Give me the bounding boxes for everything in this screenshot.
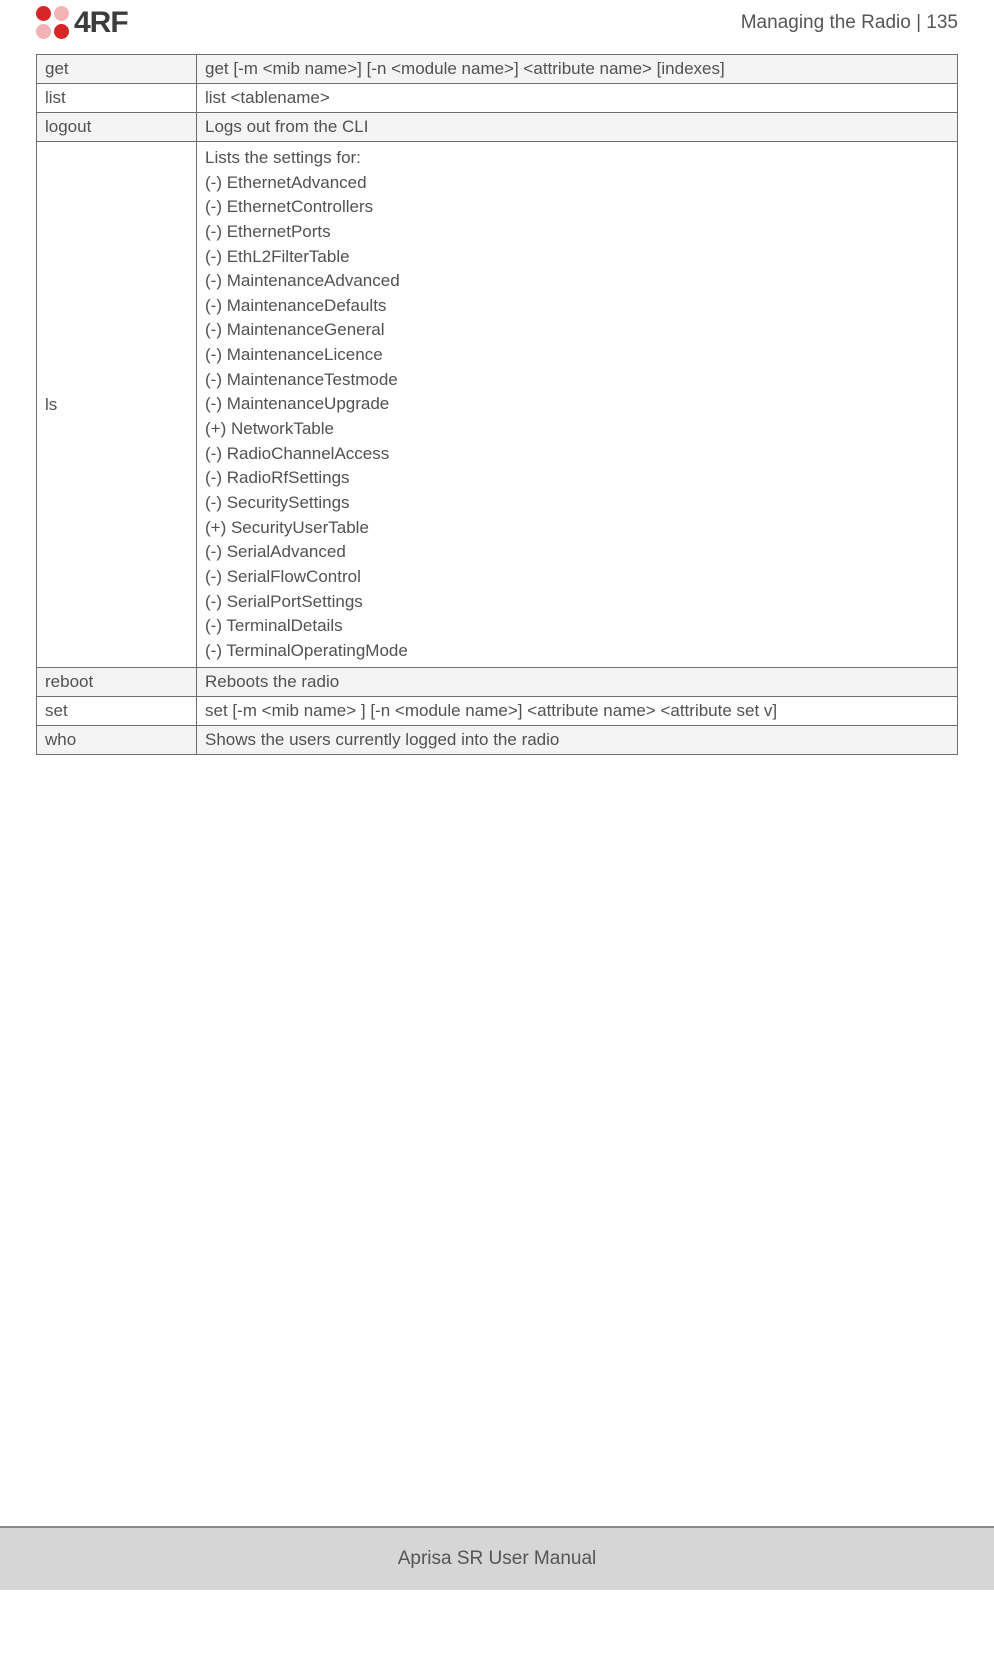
command-desc-cell: Lists the settings for:(-) EthernetAdvan… [197,142,958,668]
page-footer: Aprisa SR User Manual [0,1526,994,1590]
table-row: rebootReboots the radio [37,668,958,697]
command-desc-cell: Logs out from the CLI [197,113,958,142]
command-name-cell: reboot [37,668,197,697]
table-row: listlist <tablename> [37,84,958,113]
table-row: logoutLogs out from the CLI [37,113,958,142]
table-row: lsLists the settings for:(-) EthernetAdv… [37,142,958,668]
brand-logo-icon [36,6,70,40]
table-row: getget [-m <mib name>] [-n <module name>… [37,55,958,84]
command-name-cell: get [37,55,197,84]
table-row: setset [-m <mib name> ] [-n <module name… [37,697,958,726]
page: 4RF Managing the Radio | 135 getget [-m … [0,0,994,1590]
command-table: getget [-m <mib name>] [-n <module name>… [36,54,958,755]
brand-logo-text: 4RF [74,6,128,40]
command-name-cell: set [37,697,197,726]
page-title: Managing the Radio | 135 [741,12,958,34]
command-name-cell: list [37,84,197,113]
command-desc-cell: set [-m <mib name> ] [-n <module name>] … [197,697,958,726]
command-name-cell: ls [37,142,197,668]
command-name-cell: logout [37,113,197,142]
page-header: 4RF Managing the Radio | 135 [36,0,958,54]
command-name-cell: who [37,726,197,755]
command-desc-cell: list <tablename> [197,84,958,113]
footer-text: Aprisa SR User Manual [398,1548,597,1570]
table-row: whoShows the users currently logged into… [37,726,958,755]
command-desc-cell: Shows the users currently logged into th… [197,726,958,755]
brand-logo: 4RF [36,6,128,40]
command-desc-cell: get [-m <mib name>] [-n <module name>] <… [197,55,958,84]
command-desc-cell: Reboots the radio [197,668,958,697]
